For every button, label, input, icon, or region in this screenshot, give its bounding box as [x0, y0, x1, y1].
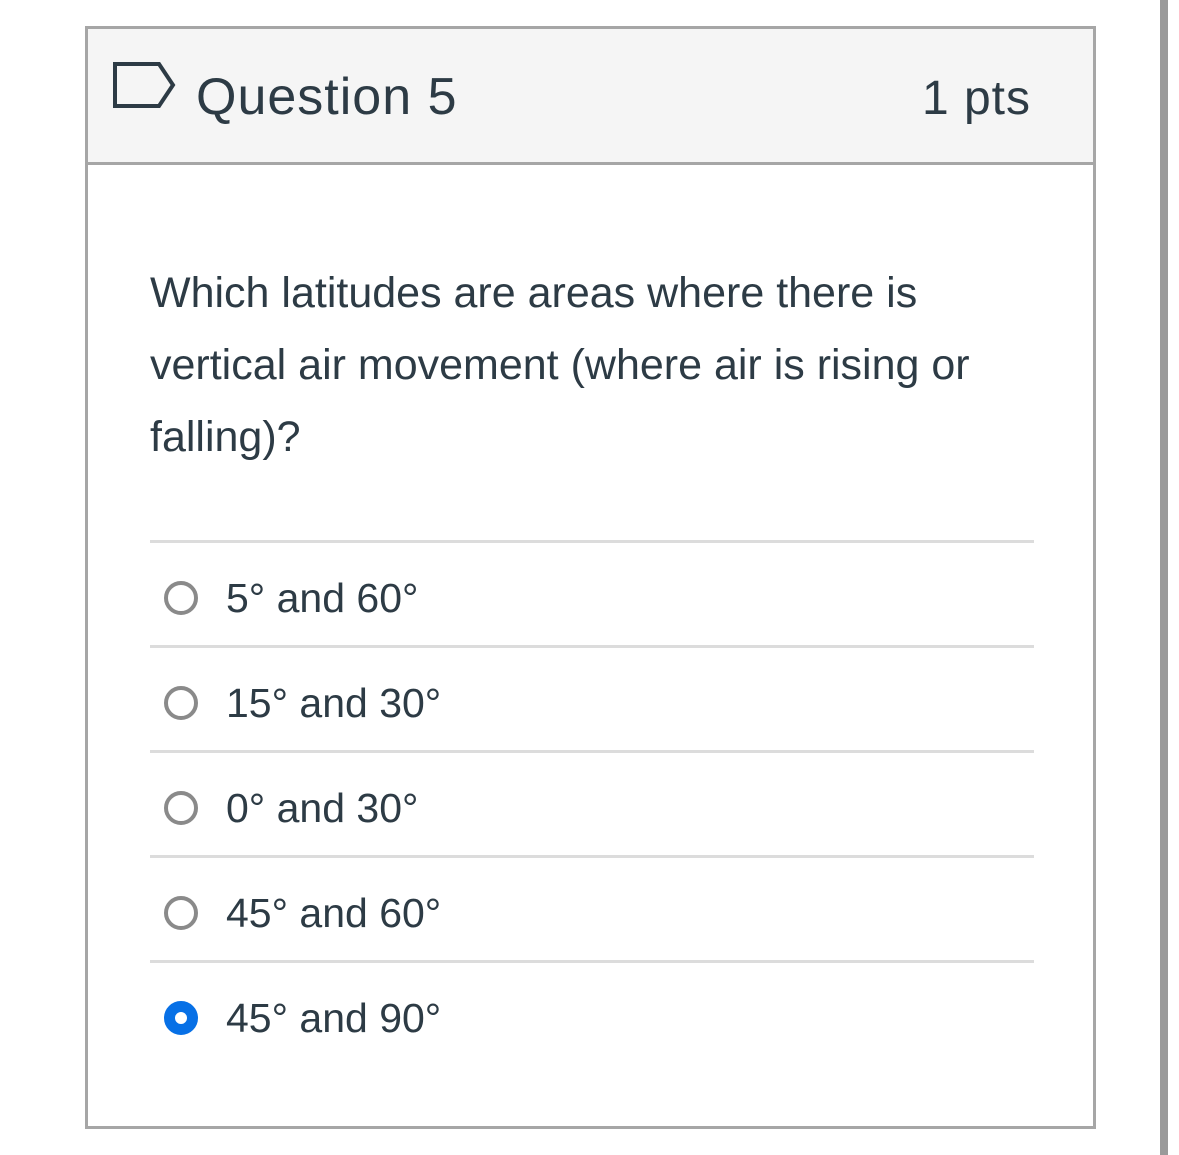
answer-list: 5° and 60° 15° and 30° 0° and 30° 45° an…	[150, 540, 1034, 1065]
answer-option[interactable]: 45° and 90°	[150, 960, 1034, 1065]
quiz-page: Question 5 1 pts Which latitudes are are…	[0, 0, 1179, 1155]
page-edge-divider	[1160, 0, 1168, 1155]
radio-button[interactable]	[164, 581, 198, 615]
answer-label[interactable]: 5° and 60°	[226, 570, 418, 626]
radio-button[interactable]	[164, 896, 198, 930]
answer-option[interactable]: 15° and 30°	[150, 645, 1034, 750]
radio-button[interactable]	[164, 791, 198, 825]
question-header: Question 5 1 pts	[88, 29, 1093, 165]
question-card: Question 5 1 pts Which latitudes are are…	[85, 26, 1096, 1129]
question-text: Which latitudes are areas where there is…	[150, 269, 970, 461]
answer-option[interactable]: 0° and 30°	[150, 750, 1034, 855]
radio-button[interactable]	[164, 686, 198, 720]
radio-button[interactable]	[164, 1001, 198, 1035]
question-title: Question 5	[196, 68, 458, 126]
answer-option[interactable]: 45° and 60°	[150, 855, 1034, 960]
answer-label[interactable]: 15° and 30°	[226, 675, 441, 731]
answer-label[interactable]: 0° and 30°	[226, 780, 418, 836]
answer-label[interactable]: 45° and 60°	[226, 885, 441, 941]
answer-label[interactable]: 45° and 90°	[226, 990, 441, 1046]
question-points: 1 pts	[921, 72, 1031, 125]
answer-option[interactable]: 5° and 60°	[150, 540, 1034, 645]
flag-question-icon[interactable]	[112, 61, 176, 109]
